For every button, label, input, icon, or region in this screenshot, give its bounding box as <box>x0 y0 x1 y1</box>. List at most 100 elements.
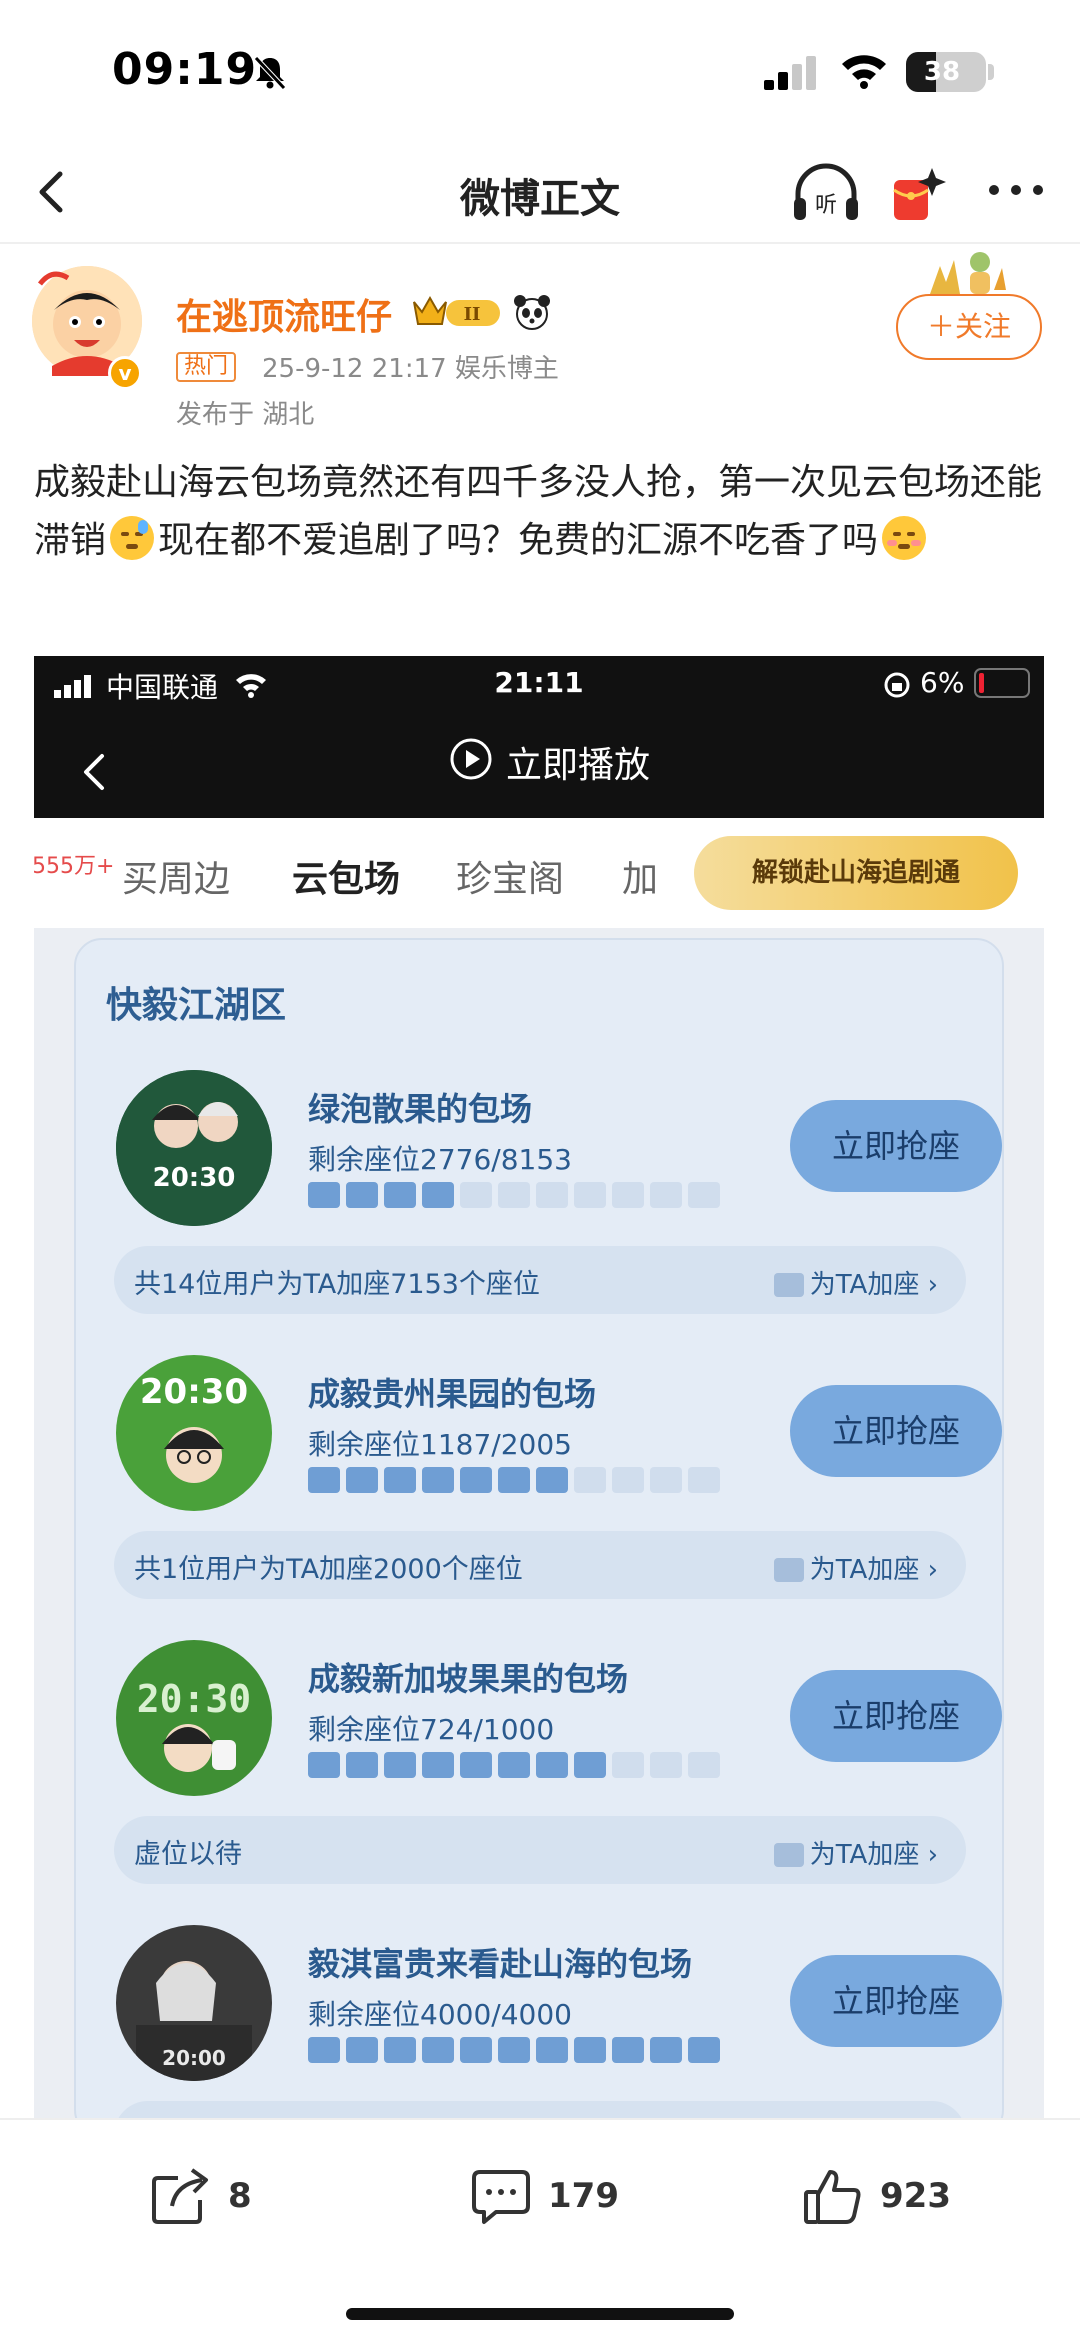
seat-icon <box>422 1467 454 1493</box>
cellular-signal-icon <box>764 56 816 90</box>
seat-icon <box>422 1182 454 1208</box>
seat-icon <box>422 1752 454 1778</box>
seat-icon <box>308 2037 340 2063</box>
seat-row <box>308 2037 728 2067</box>
seat-icon <box>688 1752 720 1778</box>
seat-icon <box>574 1752 606 1778</box>
seat-icon <box>688 2037 720 2063</box>
verified-badge-icon: v <box>108 356 142 390</box>
seat-icon <box>384 1467 416 1493</box>
seat-icon <box>574 2037 606 2063</box>
seat-icon <box>536 1467 568 1493</box>
seat-icon <box>460 1752 492 1778</box>
post-image[interactable]: 中国联通 21:11 6% 立即播放 555万+ 买周边 云包场 珍宝阁 加 解… <box>34 656 1044 2118</box>
seat-row <box>308 1467 728 1497</box>
post-text: 成毅赴山海云包场竟然还有四千多没人抢，第一次见云包场还能滞销 现在都不爱追剧了吗？… <box>34 454 1044 570</box>
screening-cover: 20:00 <box>116 1925 272 2081</box>
seat-icon <box>574 1467 606 1493</box>
image-battery-icon <box>974 668 1030 698</box>
share-count: 8 <box>228 2176 252 2216</box>
seat-icon <box>384 2037 416 2063</box>
seat-icon <box>688 1467 720 1493</box>
thumbs-up-icon <box>804 2170 861 2224</box>
seat-icon <box>384 1752 416 1778</box>
screening-seats: 剩余座位1187/2005 <box>308 1428 572 1461</box>
wifi-icon <box>842 55 886 89</box>
screening-footer: 虚位以待 为TA加座 › <box>114 1816 966 1884</box>
seat-icon <box>650 1467 682 1493</box>
screening-title: 绿泡散果的包场 <box>308 1090 533 1128</box>
battery-tip <box>988 64 994 80</box>
screening-cover: 20:30 <box>116 1355 272 1511</box>
seat-icon <box>688 1182 720 1208</box>
screening-item: 20:30 成毅新加坡果果的包场 剩余座位724/1000 立即抢座 虚位以待 … <box>76 1640 1006 1925</box>
screening-seats: 剩余座位724/1000 <box>308 1713 555 1746</box>
seat-icon <box>498 1467 530 1493</box>
screening-item: 20:00 毅淇富贵来看赴山海的包场 剩余座位4000/4000 立即抢座 <box>76 1925 1006 2118</box>
seat-icon <box>346 1182 378 1208</box>
image-zone-panel: 快毅江湖区 20:30 绿泡散果的包场 剩余座位2776/8153 立即抢座 共… <box>74 938 1004 2118</box>
red-packet-icon[interactable] <box>888 158 952 224</box>
like-button[interactable]: 923 <box>802 2160 982 2230</box>
footer-text: 共1位用户为TA加座2000个座位 <box>134 1554 523 1585</box>
footer-text: 共14位用户为TA加座7153个座位 <box>134 1269 540 1300</box>
seat-icon <box>773 1558 804 1582</box>
post-text-part-2: 现在都不爱追剧了吗？免费的汇源不吃香了吗 <box>158 520 879 561</box>
screening-title: 成毅贵州果园的包场 <box>308 1375 597 1413</box>
seat-icon <box>574 1182 606 1208</box>
image-tab-treasure: 珍宝阁 <box>456 859 565 900</box>
image-zone-title: 快毅江湖区 <box>106 985 287 1026</box>
share-button[interactable]: 8 <box>150 2160 290 2230</box>
image-back-arrow-icon <box>84 754 104 790</box>
seat-icon <box>346 1467 378 1493</box>
screening-item: 20:30 成毅贵州果园的包场 剩余座位1187/2005 立即抢座 共1位用户… <box>76 1355 1006 1640</box>
author-name[interactable]: 在逃顶流旺仔 <box>176 288 392 340</box>
seat-icon <box>498 2037 530 2063</box>
panda-badge-icon <box>512 292 552 332</box>
seat-icon <box>460 1182 492 1208</box>
cover-time: 20:30 <box>140 1372 248 1412</box>
seat-icon <box>650 1752 682 1778</box>
image-app-header: 中国联通 21:11 6% 立即播放 <box>34 656 1044 818</box>
comment-icon <box>472 2170 530 2224</box>
seat-icon <box>773 1843 804 1867</box>
home-indicator[interactable] <box>346 2308 734 2320</box>
screening-cover: 20:30 <box>116 1640 272 1796</box>
seat-icon <box>498 1752 530 1778</box>
seat-icon <box>422 2037 454 2063</box>
post-location: 发布于 湖北 <box>176 400 315 430</box>
grab-seat-button: 立即抢座 <box>790 1385 1002 1477</box>
seat-icon <box>460 1467 492 1493</box>
add-seat-label: 为TA加座 › <box>809 1270 938 1300</box>
seat-icon <box>536 1182 568 1208</box>
svg-text:听: 听 <box>815 193 837 218</box>
comment-button[interactable]: 179 <box>470 2160 650 2230</box>
screening-footer: 共14位用户为TA加座7153个座位 为TA加座 › <box>114 1246 966 1314</box>
seat-row <box>308 1752 728 1782</box>
image-tab-bar: 555万+ 买周边 云包场 珍宝阁 加 解锁赴山海追剧通 <box>34 818 1044 928</box>
seat-icon <box>346 2037 378 2063</box>
add-seat-label: 为TA加座 › <box>809 1840 938 1870</box>
seat-icon <box>498 1182 530 1208</box>
grab-seat-button: 立即抢座 <box>790 1100 1002 1192</box>
follow-button[interactable]: ＋关注 <box>896 294 1042 360</box>
nav-bar: 微博正文 听 <box>0 140 1080 244</box>
battery-indicator: 38 <box>906 52 986 92</box>
blush-smile-emoji-icon <box>882 516 927 560</box>
seat-row <box>308 1182 728 1212</box>
more-dots-icon[interactable] <box>984 170 1048 210</box>
like-count: 923 <box>880 2176 951 2216</box>
battery-percent: 38 <box>923 57 961 87</box>
post-meta: 25-9-12 21:17 娱乐博主 <box>262 354 559 384</box>
seat-icon <box>773 1273 804 1297</box>
seat-icon <box>612 2037 644 2063</box>
seat-icon <box>612 1752 644 1778</box>
screening-seats: 剩余座位2776/8153 <box>308 1143 572 1176</box>
hot-tag: 热门 <box>176 352 237 382</box>
bell-muted-icon <box>254 56 286 90</box>
status-bar: 09:19 38 <box>0 0 1080 140</box>
screening-footer <box>114 2101 966 2118</box>
seat-icon <box>536 1752 568 1778</box>
headphones-listen-icon[interactable]: 听 <box>790 160 862 224</box>
screening-seats: 剩余座位4000/4000 <box>308 1998 572 2031</box>
